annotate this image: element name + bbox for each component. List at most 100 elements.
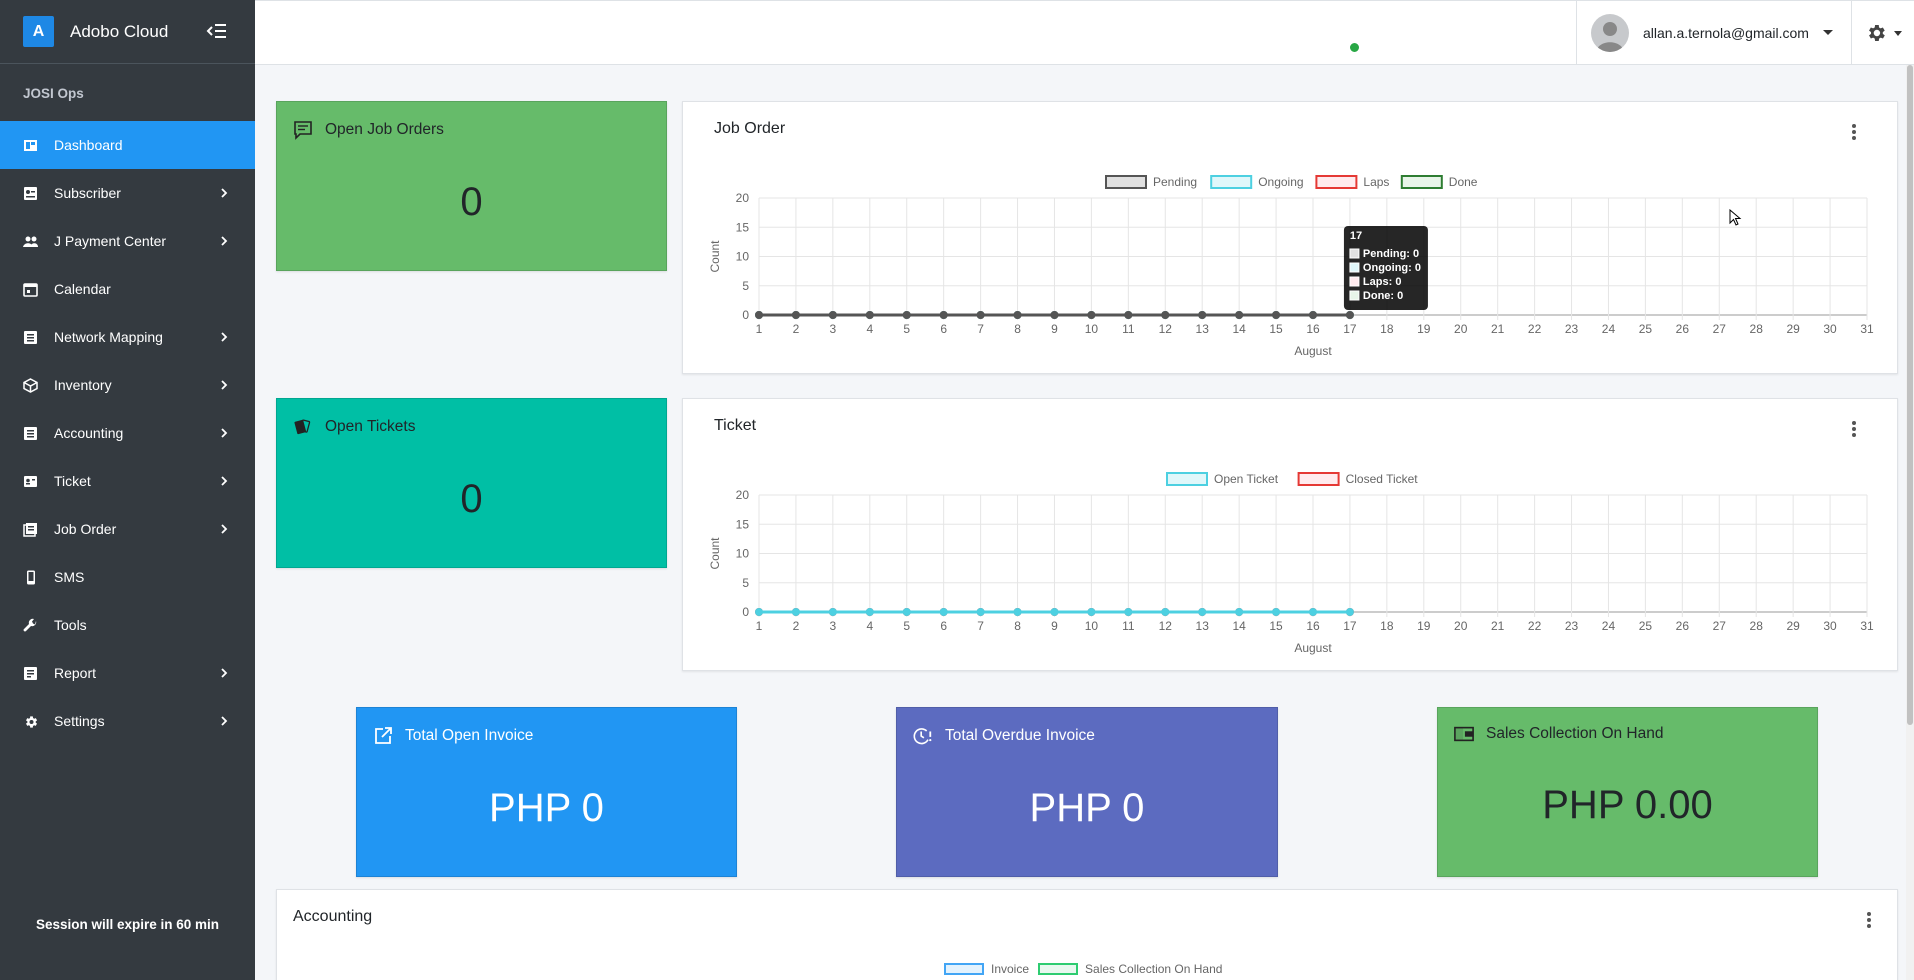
legend-label[interactable]: Pending	[1153, 175, 1197, 189]
open-job-orders-value: 0	[460, 180, 483, 224]
legend-swatch-2[interactable]	[1315, 175, 1358, 189]
data-point[interactable]	[865, 311, 874, 319]
sidebar-item-dashboard[interactable]: Dashboard	[0, 121, 255, 169]
x-tick-label: 19	[1417, 322, 1431, 336]
data-point[interactable]	[1198, 608, 1207, 616]
sidebar-item-calendar[interactable]: Calendar	[0, 265, 255, 313]
data-point[interactable]	[828, 608, 837, 616]
data-point[interactable]	[1124, 311, 1133, 319]
x-tick-label: 13	[1196, 322, 1210, 336]
data-point[interactable]	[1309, 608, 1317, 616]
data-point[interactable]	[1087, 608, 1096, 616]
accounting-more-icon[interactable]	[1866, 910, 1872, 930]
total-open-invoice-label: Total Open Invoice	[405, 727, 534, 744]
data-point[interactable]	[1345, 608, 1354, 616]
sidebar-item-report[interactable]: Report	[0, 649, 255, 697]
x-tick-label: 22	[1528, 322, 1542, 336]
data-point[interactable]	[1235, 311, 1244, 319]
total-overdue-invoice-title: Total Overdue Invoice	[913, 726, 1095, 746]
legend-label[interactable]: Closed Ticket	[1346, 472, 1419, 486]
sidebar-item-subscriber[interactable]: Subscriber	[0, 169, 255, 217]
open-job-orders-label: Open Job Orders	[325, 121, 444, 138]
data-point[interactable]	[1087, 311, 1096, 319]
x-tick-label: 2	[793, 322, 800, 336]
y-axis-label: Count	[708, 240, 722, 273]
x-tick-label: 11	[1122, 322, 1135, 336]
data-point[interactable]	[1050, 608, 1059, 616]
legend-label-sales-collection: Sales Collection On Hand	[1085, 962, 1223, 976]
legend-swatch-invoice	[944, 963, 984, 975]
data-point[interactable]	[939, 311, 948, 319]
data-point[interactable]	[1013, 311, 1022, 319]
y-tick-label: 0	[742, 308, 749, 322]
sidebar-collapse-icon[interactable]	[206, 20, 230, 44]
open-job-orders-title: Open Job Orders	[293, 120, 444, 140]
data-point[interactable]	[1050, 311, 1059, 319]
data-point[interactable]	[791, 311, 800, 319]
sidebar-item-accounting[interactable]: Accounting	[0, 409, 255, 457]
data-point[interactable]	[1198, 311, 1207, 319]
legend-swatch-0[interactable]	[1105, 175, 1147, 189]
data-point[interactable]	[902, 311, 911, 319]
sidebar-item-settings[interactable]: Settings	[0, 697, 255, 745]
x-tick-label: 14	[1232, 619, 1246, 633]
legend-swatch-0[interactable]	[1166, 472, 1208, 486]
x-tick-label: 23	[1565, 619, 1579, 633]
sales-collection-card[interactable]: Sales Collection On Hand PHP 0.00	[1437, 707, 1818, 877]
sidebar-item-sms[interactable]: SMS	[0, 553, 255, 601]
sidebar-item-inventory[interactable]: Inventory	[0, 361, 255, 409]
top-header: allan.a.ternola@gmail.com	[255, 0, 1914, 65]
legend-label[interactable]: Done	[1449, 175, 1478, 189]
x-tick-label: 16	[1306, 619, 1320, 633]
x-tick-label: 9	[1051, 322, 1058, 336]
x-tick-label: 31	[1860, 322, 1874, 336]
data-point[interactable]	[1272, 311, 1281, 319]
x-tick-label: 25	[1639, 322, 1653, 336]
legend-swatch-1[interactable]	[1210, 175, 1253, 189]
data-point[interactable]	[1161, 311, 1170, 319]
sidebar-item-tools[interactable]: Tools	[0, 601, 255, 649]
data-point[interactable]	[1235, 608, 1244, 616]
total-overdue-invoice-card[interactable]: Total Overdue Invoice PHP 0	[896, 707, 1278, 877]
scrollbar-thumb[interactable]	[1907, 65, 1913, 725]
data-point[interactable]	[902, 608, 911, 616]
legend-label[interactable]: Ongoing	[1258, 175, 1303, 189]
x-tick-label: 31	[1860, 619, 1874, 633]
data-point[interactable]	[1309, 311, 1317, 319]
data-point[interactable]	[1013, 608, 1022, 616]
data-point[interactable]	[1345, 311, 1354, 319]
data-point[interactable]	[939, 608, 948, 616]
legend-swatch-1[interactable]	[1297, 472, 1340, 486]
open-tickets-card[interactable]: Open Tickets 0	[276, 398, 667, 568]
x-tick-label: 15	[1269, 322, 1283, 336]
session-expiry-text: Session will expire in 60 min	[35, 917, 220, 932]
open-job-orders-card[interactable]: Open Job Orders 0	[276, 101, 667, 271]
legend-swatch-3[interactable]	[1400, 175, 1443, 189]
data-point[interactable]	[791, 608, 800, 616]
data-point[interactable]	[755, 311, 763, 319]
data-point[interactable]	[1161, 608, 1170, 616]
x-tick-label: 25	[1639, 619, 1653, 633]
sidebar-item-j-payment-center[interactable]: J Payment Center	[0, 217, 255, 265]
data-point[interactable]	[865, 608, 874, 616]
sidebar-item-job-order[interactable]: Job Order	[0, 505, 255, 553]
user-email: allan.a.ternola@gmail.com	[1643, 25, 1809, 41]
brand[interactable]: A Adobo Cloud	[0, 0, 255, 64]
x-tick-label: 12	[1159, 322, 1173, 336]
y-tick-label: 10	[736, 250, 750, 264]
sales-collection-value: PHP 0.00	[1542, 783, 1713, 827]
legend-label[interactable]: Laps	[1363, 175, 1389, 189]
legend-label[interactable]: Open Ticket	[1214, 472, 1279, 486]
total-open-invoice-card[interactable]: Total Open Invoice PHP 0	[356, 707, 737, 877]
data-point[interactable]	[976, 311, 985, 319]
data-point[interactable]	[828, 311, 837, 319]
data-point[interactable]	[755, 608, 763, 616]
data-point[interactable]	[1272, 608, 1281, 616]
settings-menu[interactable]	[1851, 1, 1914, 65]
data-point[interactable]	[976, 608, 985, 616]
sidebar-item-ticket[interactable]: Ticket	[0, 457, 255, 505]
user-menu[interactable]: allan.a.ternola@gmail.com	[1576, 1, 1851, 65]
page-scrollbar[interactable]	[1906, 65, 1914, 980]
data-point[interactable]	[1124, 608, 1133, 616]
sidebar-item-network-mapping[interactable]: Network Mapping	[0, 313, 255, 361]
